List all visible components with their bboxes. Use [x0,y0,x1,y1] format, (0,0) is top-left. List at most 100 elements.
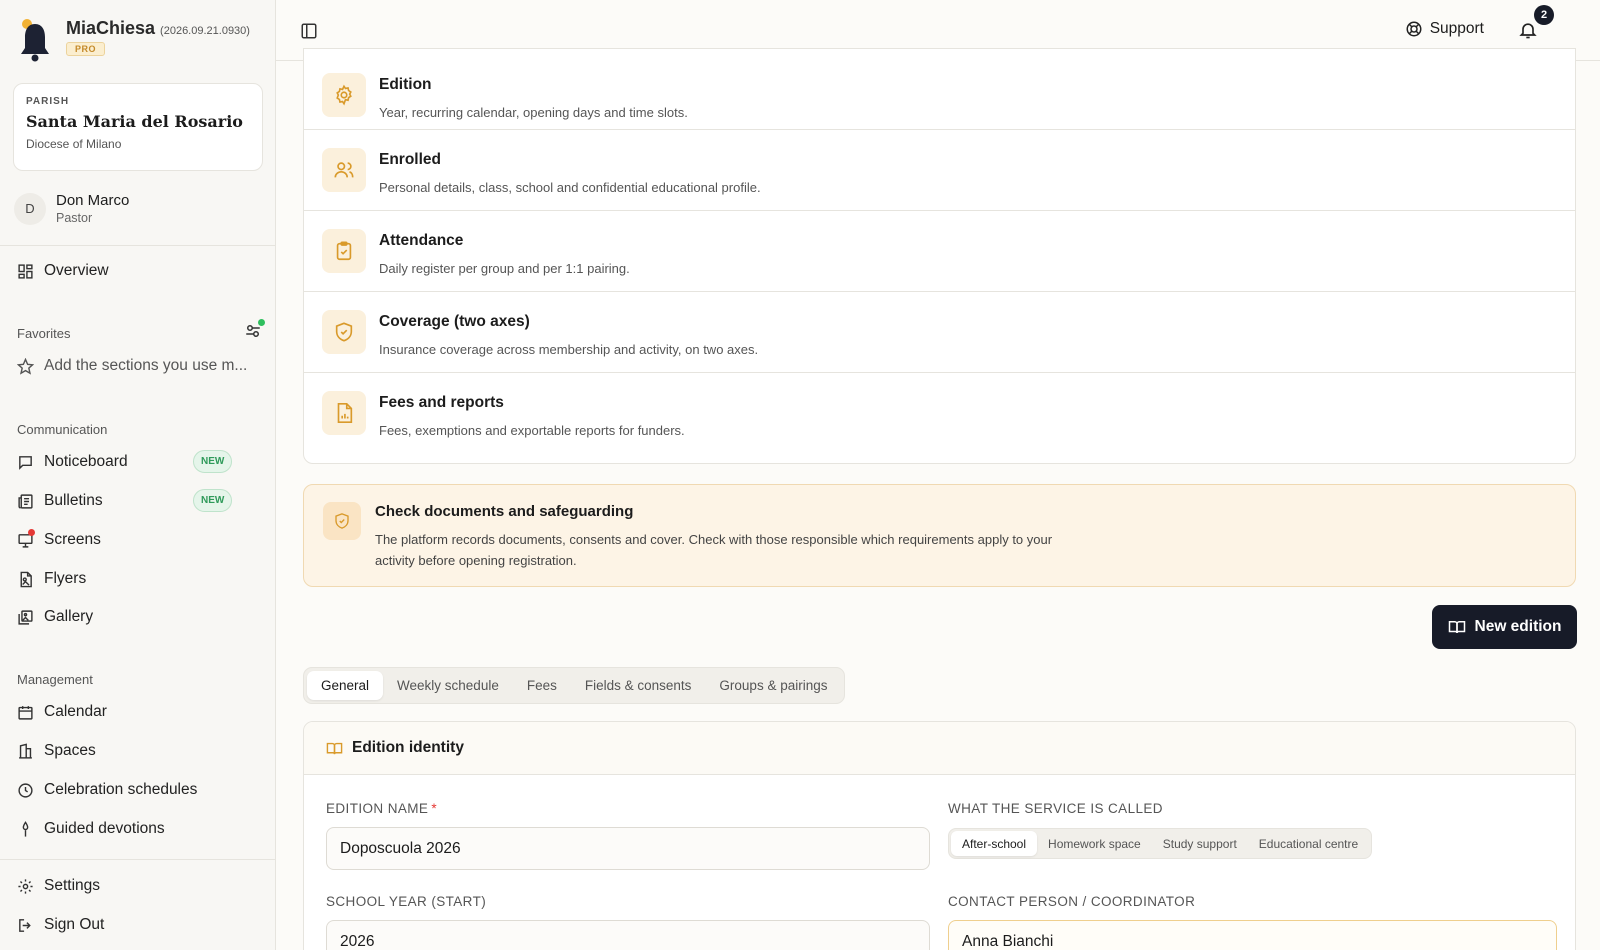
brand[interactable]: MiaChiesa (2026.09.21.0930) PRO [18,18,250,62]
sidebar-item-flyers[interactable]: Flyers [17,567,86,591]
school-year-input[interactable] [326,920,930,950]
sign-out-button[interactable]: Sign Out [17,913,104,937]
user-profile[interactable]: D Don Marco Pastor [14,192,129,225]
gear-icon [17,878,34,895]
module-coverage[interactable]: Coverage (two axes) Insurance coverage a… [304,292,1575,373]
module-desc: Insurance coverage across membership and… [379,342,759,357]
contact-input[interactable] [948,920,1557,950]
sidebar-item-calendar[interactable]: Calendar [17,700,107,724]
logout-icon [17,917,34,934]
monitor-icon [17,528,35,549]
sidebar-item-label: Spaces [44,742,96,759]
images-icon [17,609,34,626]
sidebar-item-noticeboard[interactable]: Noticeboard [17,450,128,474]
module-enrolled[interactable]: Enrolled Personal details, class, school… [304,130,1575,211]
clock-icon [17,782,34,799]
parish-diocese: Diocese of Milano [26,137,122,151]
service-option-homework-space[interactable]: Homework space [1037,831,1152,856]
service-name-selector: After-school Homework space Study suppor… [948,828,1373,859]
calendar-icon [17,704,34,721]
modules-list: Edition Year, recurring calendar, openin… [303,48,1576,464]
plan-badge: PRO [66,42,106,56]
sidebar-item-spaces[interactable]: Spaces [17,739,96,763]
sidebar-divider [0,859,276,860]
edition-name-label-text: EDITION NAME [326,801,429,816]
bell-icon [1519,23,1537,39]
parish-card[interactable]: PARISH Santa Maria del Rosario Diocese o… [13,83,263,171]
sidebar-item-label: Gallery [44,608,94,625]
sidebar-item-screens[interactable]: Screens [17,528,101,552]
sidebar-item-settings[interactable]: Settings [17,874,100,898]
sidebar-item-label: Noticeboard [44,453,128,470]
notice-title: Check documents and safeguarding [375,503,634,520]
favorites-hint-text: Add the sections you use m... [44,357,248,374]
sidebar-divider [0,245,276,246]
newspaper-icon [17,493,34,510]
tab-weekly-schedule[interactable]: Weekly schedule [383,671,513,700]
sidebar-item-overview[interactable]: Overview [17,259,109,283]
shield-check-icon [323,502,361,540]
new-edition-label: New edition [1474,618,1562,635]
service-option-educational-centre[interactable]: Educational centre [1248,831,1369,856]
tab-groups-pairings[interactable]: Groups & pairings [705,671,841,700]
favorites-settings-button[interactable] [244,319,265,340]
panel-left-icon [301,23,317,39]
message-icon [17,454,34,471]
book-open-icon [326,742,343,754]
file-chart-icon [322,391,366,435]
edition-identity-header: Edition identity [304,722,1575,775]
module-title: Edition [379,76,432,93]
favorites-label: Favorites [17,326,71,341]
edition-name-label: EDITION NAME * [326,801,437,816]
sidebar-item-label: Celebration schedules [44,781,198,798]
module-edition[interactable]: Edition Year, recurring calendar, openin… [304,49,1575,130]
module-title: Fees and reports [379,394,504,411]
status-dot [258,319,265,326]
alert-dot [28,528,35,536]
school-year-label: SCHOOL YEAR (START) [326,894,487,909]
notifications-button[interactable] [1518,20,1538,40]
module-attendance[interactable]: Attendance Daily register per group and … [304,211,1575,292]
service-option-after-school[interactable]: After-school [951,831,1038,856]
notification-count-badge: 2 [1534,5,1554,25]
module-desc: Fees, exemptions and exportable reports … [379,423,685,438]
new-badge: NEW [193,450,233,473]
section-title: Edition identity [352,739,464,756]
sidebar-item-label: Screens [44,531,101,548]
notice-text: The platform records documents, consents… [375,532,1053,568]
module-title: Attendance [379,232,464,249]
sidebar-toggle-button[interactable] [300,22,318,40]
support-button[interactable]: Support [1405,20,1484,38]
support-label: Support [1429,20,1484,37]
book-open-icon [1448,621,1465,634]
candle-icon [17,820,34,838]
module-fees-reports[interactable]: Fees and reports Fees, exemptions and ex… [304,373,1575,454]
user-role: Pastor [56,211,93,225]
sidebar-item-gallery[interactable]: Gallery [17,605,93,629]
edition-tabs: General Weekly schedule Fees Fields & co… [303,667,846,704]
sidebar-item-label: Sign Out [44,916,105,933]
file-image-icon [17,571,34,588]
favorites-hint[interactable]: Add the sections you use m... [17,354,247,378]
building-icon [17,743,34,760]
new-edition-button[interactable]: New edition [1432,605,1577,649]
sidebar-item-label: Guided devotions [44,820,165,837]
service-option-study-support[interactable]: Study support [1152,831,1248,856]
contact-label: CONTACT PERSON / COORDINATOR [948,894,1196,909]
clipboard-check-icon [322,229,366,273]
sidebar-item-bulletins[interactable]: Bulletins [17,489,103,513]
sidebar-item-label: Overview [44,262,109,279]
edition-name-input[interactable] [326,827,930,870]
module-desc: Year, recurring calendar, opening days a… [379,105,688,120]
tab-fees[interactable]: Fees [513,671,571,700]
sidebar-item-guided-devotions[interactable]: Guided devotions [17,817,165,841]
users-icon [322,148,366,192]
communication-label: Communication [17,422,108,437]
sidebar-item-celebration-schedules[interactable]: Celebration schedules [17,778,197,802]
sidebar-item-label: Flyers [44,570,87,587]
tab-general[interactable]: General [307,671,384,700]
lifebuoy-icon [1406,21,1422,37]
tab-fields-consents[interactable]: Fields & consents [571,671,706,700]
module-title: Coverage (two axes) [379,313,530,330]
management-label: Management [17,672,93,687]
